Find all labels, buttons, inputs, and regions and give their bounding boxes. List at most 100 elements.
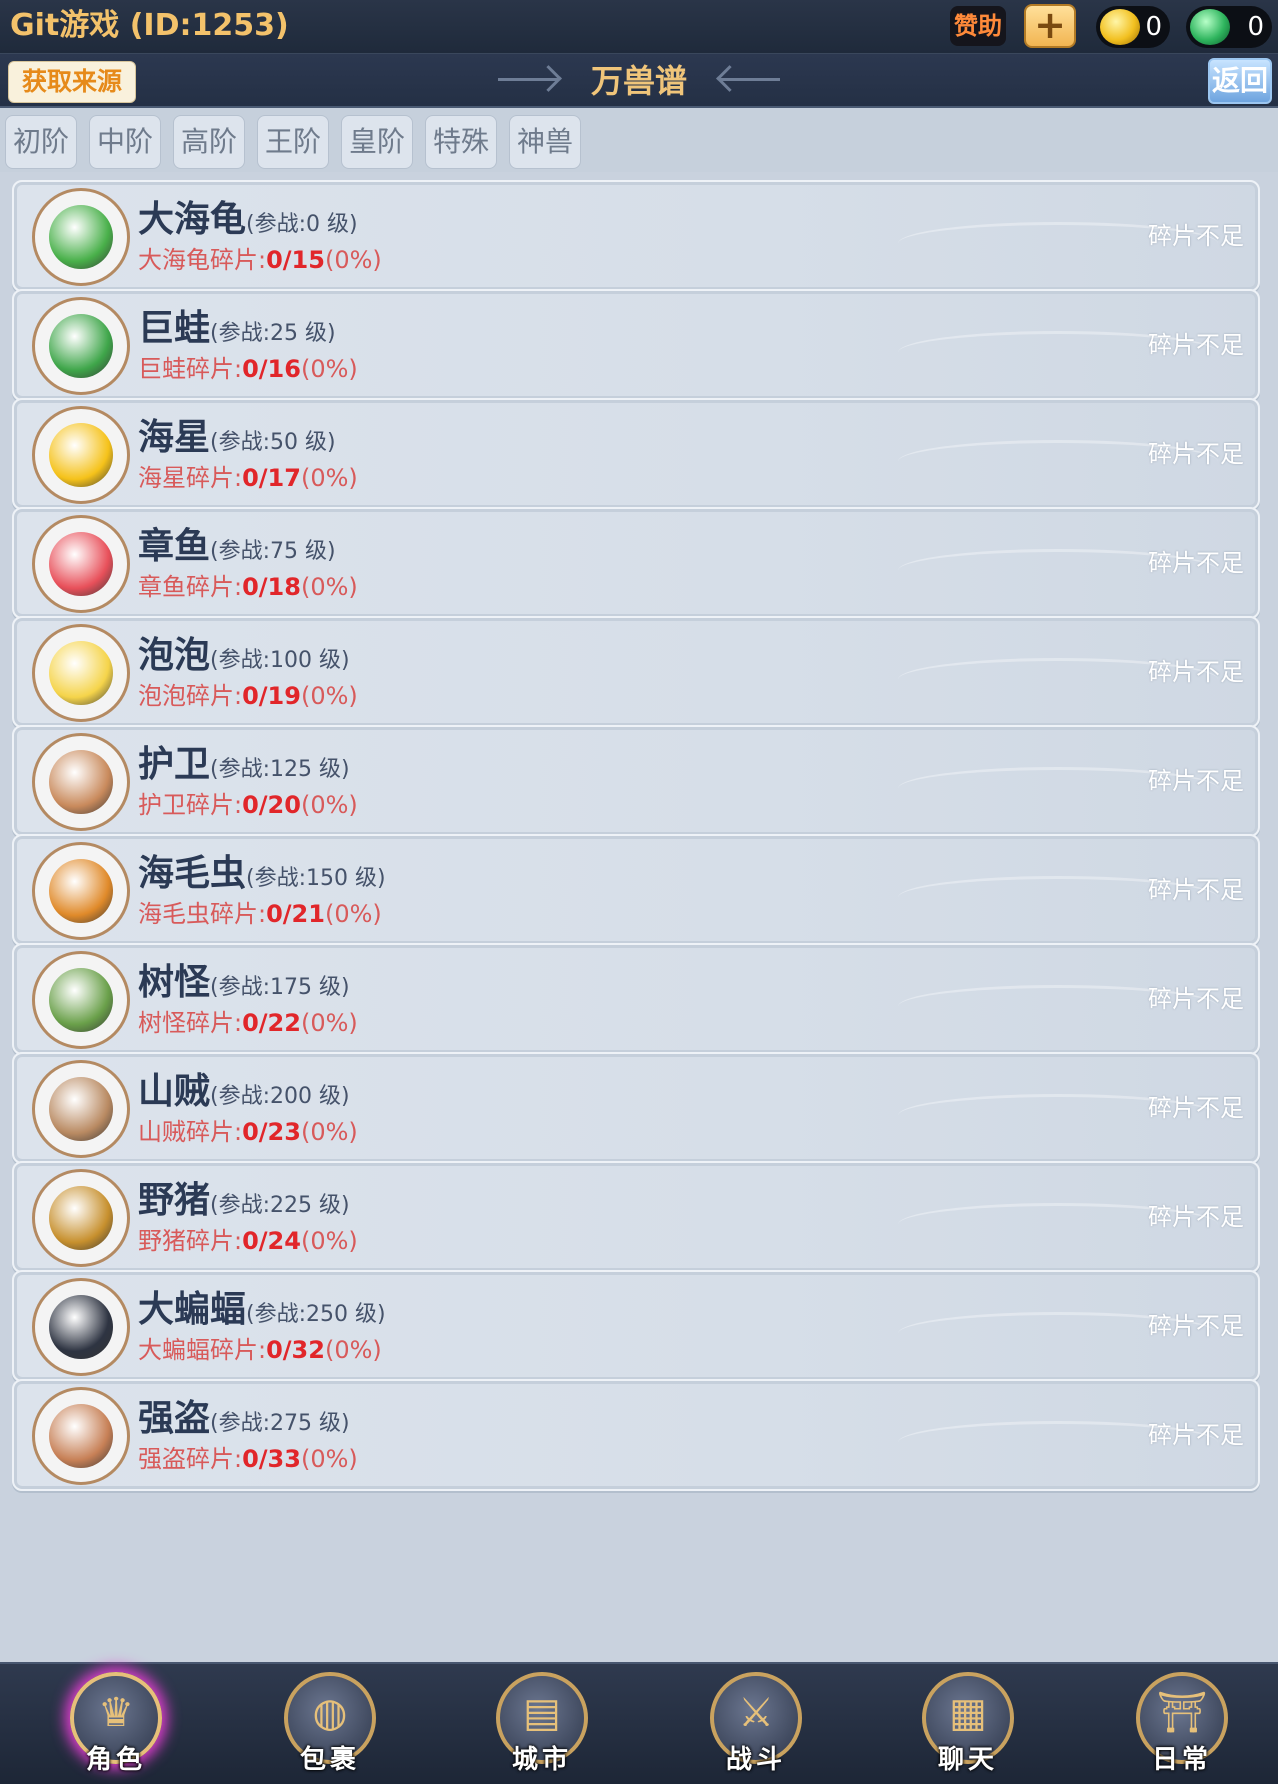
nav-chat[interactable]: ▦ 聊天 [918, 1672, 1018, 1776]
beast-level: (参战:200 级) [210, 1084, 350, 1109]
shard-percent: (0%) [300, 791, 358, 819]
tab-beginner[interactable]: 初阶 [5, 115, 77, 169]
list-item[interactable]: 泡泡(参战:100 级) 泡泡碎片:0/19(0%) 碎片不足 [12, 616, 1260, 728]
beast-avatar [32, 297, 130, 395]
tab-special[interactable]: 特殊 [425, 115, 497, 169]
shard-status: 碎片不足 [1148, 767, 1244, 795]
beast-avatar [32, 733, 130, 831]
gold-coin-icon [1100, 9, 1140, 45]
shard-label: 泡泡碎片: [138, 682, 243, 710]
nav-label: 包裹 [299, 1745, 360, 1775]
beast-avatar [32, 188, 130, 286]
app-title: Git游戏 (ID:1253) [10, 8, 289, 43]
shard-status: 碎片不足 [1148, 1094, 1244, 1122]
list-item[interactable]: 海毛虫(参战:150 级) 海毛虫碎片:0/21(0%) 碎片不足 [12, 834, 1260, 946]
list-item[interactable]: 大海龟(参战:0 级) 大海龟碎片:0/15(0%) 碎片不足 [12, 180, 1260, 292]
shard-percent: (0%) [300, 682, 358, 710]
shard-status: 碎片不足 [1148, 1312, 1244, 1340]
gold-balance[interactable]: 0 [1096, 6, 1170, 48]
shard-percent: (0%) [324, 900, 382, 928]
beast-list[interactable]: 大海龟(参战:0 级) 大海龟碎片:0/15(0%) 碎片不足 巨蛙(参战:25… [0, 172, 1278, 1662]
nav-daily[interactable]: ⛩ 日常 [1132, 1672, 1232, 1776]
beast-avatar [32, 1060, 130, 1158]
list-item[interactable]: 巨蛙(参战:25 级) 巨蛙碎片:0/16(0%) 碎片不足 [12, 289, 1260, 401]
tab-intermediate[interactable]: 中阶 [89, 115, 161, 169]
list-item[interactable]: 树怪(参战:175 级) 树怪碎片:0/22(0%) 碎片不足 [12, 943, 1260, 1055]
shard-status: 碎片不足 [1148, 549, 1244, 577]
shard-count: 0/24 [242, 1227, 301, 1255]
beast-level: (参战:50 级) [210, 430, 336, 455]
nav-character[interactable]: ♛ 角色 [66, 1672, 166, 1776]
shard-count: 0/19 [242, 682, 301, 710]
nav-battle[interactable]: ⚔ 战斗 [706, 1672, 806, 1776]
shard-label: 章鱼碎片: [138, 573, 243, 601]
page-title: 万兽谱 [590, 62, 687, 100]
tab-advanced[interactable]: 高阶 [173, 115, 245, 169]
beast-level: (参战:75 级) [210, 539, 336, 564]
sponsor-button[interactable]: 赞助 [950, 6, 1006, 46]
nav-label: 日常 [1151, 1745, 1212, 1775]
beast-name: 强盗 [138, 1398, 211, 1439]
beast-level: (参战:125 级) [210, 757, 350, 782]
tier-tabs: 初阶 中阶 高阶 王阶 皇阶 特殊 神兽 [0, 108, 1278, 172]
beast-name: 山贼 [138, 1071, 211, 1112]
beast-level: (参战:225 级) [210, 1193, 350, 1218]
tab-emperor[interactable]: 皇阶 [341, 115, 413, 169]
shard-label: 野猪碎片: [138, 1227, 243, 1255]
shard-label: 巨蛙碎片: [138, 355, 243, 383]
shard-count: 0/15 [266, 246, 325, 274]
list-item[interactable]: 野猪(参战:225 级) 野猪碎片:0/24(0%) 碎片不足 [12, 1161, 1260, 1273]
beast-avatar [32, 406, 130, 504]
beast-name: 护卫 [138, 744, 211, 785]
beast-avatar [32, 1387, 130, 1485]
shard-count: 0/16 [242, 355, 301, 383]
list-item[interactable]: 大蝙蝠(参战:250 级) 大蝙蝠碎片:0/32(0%) 碎片不足 [12, 1270, 1260, 1382]
shard-percent: (0%) [300, 573, 358, 601]
nav-label: 聊天 [937, 1745, 998, 1775]
shard-label: 山贼碎片: [138, 1118, 243, 1146]
nav-city[interactable]: ▤ 城市 [492, 1672, 592, 1776]
shard-status: 碎片不足 [1148, 222, 1244, 250]
jade-balance[interactable]: 0 [1186, 6, 1272, 48]
tab-divine-beast[interactable]: 神兽 [509, 115, 581, 169]
beast-avatar [32, 515, 130, 613]
shard-count: 0/23 [242, 1118, 301, 1146]
list-item[interactable]: 章鱼(参战:75 级) 章鱼碎片:0/18(0%) 碎片不足 [12, 507, 1260, 619]
shard-status: 碎片不足 [1148, 985, 1244, 1013]
shard-label: 树怪碎片: [138, 1009, 243, 1037]
beast-level: (参战:175 级) [210, 975, 350, 1000]
tab-king[interactable]: 王阶 [257, 115, 329, 169]
nav-label: 战斗 [725, 1745, 786, 1775]
nav-bag[interactable]: ◍ 包裹 [280, 1672, 380, 1776]
beast-name: 泡泡 [138, 635, 211, 676]
beast-name: 野猪 [138, 1180, 211, 1221]
shard-status: 碎片不足 [1148, 876, 1244, 904]
beast-avatar [32, 1169, 130, 1267]
beast-name: 大蝙蝠 [138, 1289, 247, 1330]
beast-avatar [32, 1278, 130, 1376]
shard-count: 0/17 [242, 464, 301, 492]
list-item[interactable]: 山贼(参战:200 级) 山贼碎片:0/23(0%) 碎片不足 [12, 1052, 1260, 1164]
shard-count: 0/22 [242, 1009, 301, 1037]
list-item[interactable]: 海星(参战:50 级) 海星碎片:0/17(0%) 碎片不足 [12, 398, 1260, 510]
bottom-nav: ♛ 角色 ◍ 包裹 ▤ 城市 ⚔ 战斗 ▦ 聊天 ⛩ 日常 [0, 1662, 1278, 1784]
nav-label: 城市 [511, 1745, 572, 1775]
beast-name: 章鱼 [138, 526, 211, 567]
beast-avatar [32, 842, 130, 940]
beast-level: (参战:150 级) [246, 866, 386, 891]
beast-name: 大海龟 [138, 199, 247, 240]
back-button[interactable]: 返回 [1208, 58, 1272, 104]
shard-label: 大蝙蝠碎片: [138, 1336, 267, 1364]
shard-count: 0/33 [242, 1445, 301, 1473]
beast-avatar [32, 951, 130, 1049]
gold-value: 0 [1145, 12, 1162, 42]
list-item[interactable]: 强盗(参战:275 级) 强盗碎片:0/33(0%) 碎片不足 [12, 1379, 1260, 1491]
shard-count: 0/20 [242, 791, 301, 819]
shard-percent: (0%) [300, 355, 358, 383]
title-right-arrow-icon [720, 78, 780, 81]
title-bar: 获取来源 万兽谱 返回 [0, 54, 1278, 108]
recharge-plus-button[interactable]: + [1024, 4, 1076, 48]
beast-name: 树怪 [138, 962, 211, 1003]
list-item[interactable]: 护卫(参战:125 级) 护卫碎片:0/20(0%) 碎片不足 [12, 725, 1260, 837]
shard-label: 海星碎片: [138, 464, 243, 492]
